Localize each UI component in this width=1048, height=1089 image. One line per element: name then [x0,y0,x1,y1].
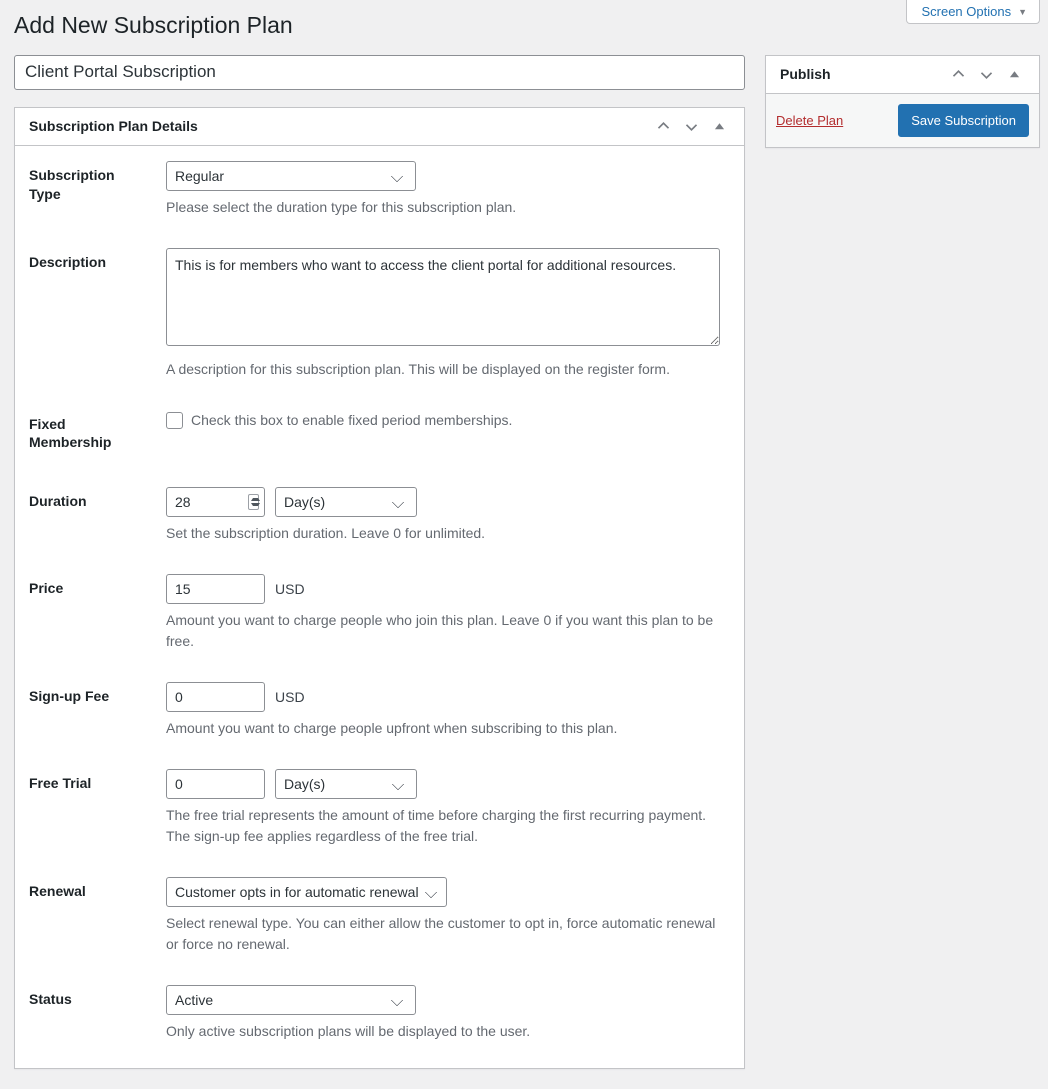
price-currency-label: USD [275,580,305,597]
free-trial-unit-select[interactable]: Day(s) [275,768,417,799]
field-row-duration: Duration Day(s) [29,472,730,559]
field-row-subscription-type: Subscription Type Regular Please select … [29,146,730,233]
status-label: Status [29,990,72,1007]
subscription-plan-details-metabox: Subscription Plan Details Subscription T… [14,106,745,1069]
signup-fee-label: Sign-up Fee [29,687,110,704]
fixed-membership-label: Fixed Membership [29,416,112,451]
free-trial-label: Free Trial [29,774,92,791]
chevron-down-icon[interactable] [678,112,704,142]
plan-title-input[interactable] [14,54,745,90]
field-row-signup-fee: Sign-up Fee USD Amount you want to charg… [29,667,730,754]
duration-input[interactable] [166,486,265,517]
description-help-text: A description for this subscription plan… [166,361,670,378]
duration-label: Duration [29,492,87,509]
chevron-down-icon[interactable] [973,60,999,90]
signup-fee-input[interactable] [166,681,265,712]
metabox-content: Subscription Type Regular Please select … [15,146,744,1067]
duration-number-wrap [166,486,265,517]
duration-description: Set the subscription duration. Leave 0 f… [166,524,486,541]
price-description: Amount you want to charge people who joi… [166,611,714,649]
field-row-free-trial: Free Trial Day(s) The free trial represe… [29,754,730,862]
renewal-select[interactable]: Customer opts in for automatic renewal [166,876,447,907]
chevron-up-icon[interactable] [650,112,676,142]
page-title: Add New Subscription Plan [14,12,293,38]
field-row-renewal: Renewal Customer opts in for automatic r… [29,862,730,970]
field-row-status: Status Active Only active subscription p… [29,970,730,1057]
free-trial-description: The free trial represents the amount of … [166,806,707,844]
free-trial-input[interactable] [166,768,265,799]
delete-plan-link[interactable]: Delete Plan [776,113,843,128]
columns-layout: Subscription Plan Details [0,54,1048,1089]
renewal-description: Select renewal type. You can either allo… [166,914,716,952]
triangle-up-icon[interactable] [706,112,732,142]
submit-box: Delete Plan Save Subscription [766,94,1039,147]
renewal-label: Renewal [29,882,86,899]
side-column: Publish Delete Plan Save Subscription [765,54,1040,169]
subscription-type-label: Subscription Type [29,167,115,202]
signup-fee-currency-label: USD [275,688,305,705]
subscription-type-select[interactable]: Regular [166,161,416,192]
main-column: Subscription Plan Details [14,54,745,1089]
description-textarea[interactable]: This is for members who want to access t… [166,248,720,347]
field-row-fixed-membership: Fixed Membership Check this box to enabl… [29,395,730,471]
subscription-type-description: Please select the duration type for this… [166,199,517,216]
publish-metabox-content: Delete Plan Save Subscription [766,94,1039,148]
status-description: Only active subscription plans will be d… [166,1022,531,1039]
signup-fee-description: Amount you want to charge people upfront… [166,719,618,736]
field-row-description: Description This is for members who want… [29,233,730,395]
plan-fields-table: Subscription Type Regular Please select … [29,146,730,1056]
status-select[interactable]: Active [166,984,416,1015]
page-wrap: Add New Subscription Plan Subscription P… [0,0,1048,1089]
fixed-membership-checkbox[interactable] [166,411,183,429]
duration-unit-select[interactable]: Day(s) [275,486,417,517]
publish-handle-actions [945,60,1027,90]
description-label: Description [29,254,107,271]
publish-metabox-title: Publish [780,65,831,82]
metabox-header: Subscription Plan Details [15,108,744,147]
metabox-title: Subscription Plan Details [29,117,198,134]
fixed-membership-checkbox-label: Check this box to enable fixed period me… [191,412,513,429]
metabox-handle-actions [650,112,732,142]
save-subscription-button[interactable]: Save Subscription [898,104,1029,138]
chevron-up-icon[interactable] [945,60,971,90]
price-input[interactable] [166,573,265,604]
publish-metabox-header: Publish [766,56,1039,95]
field-row-price: Price USD Amount you want to charge peop… [29,559,730,667]
triangle-up-icon[interactable] [1001,60,1027,90]
publish-metabox: Publish Delete Plan Save Subscription [765,54,1040,149]
price-label: Price [29,579,64,596]
